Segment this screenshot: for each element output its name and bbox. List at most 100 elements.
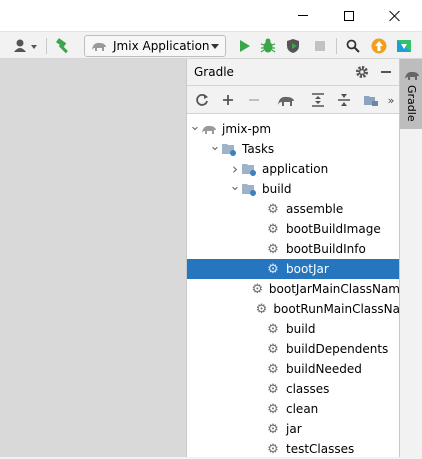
window-title-bar [0, 0, 422, 31]
refresh-icon [196, 94, 208, 106]
tree-item-label: buildDependents [286, 342, 389, 356]
stop-button[interactable] [310, 36, 330, 56]
tree-item-task[interactable]: ⚙ build [187, 319, 400, 339]
gradle-title: Gradle [194, 65, 234, 79]
tree-item-task[interactable]: ⚙ jar [187, 419, 400, 439]
toolbar-separator [336, 38, 337, 54]
tree-item-project[interactable]: ⌄ jmix-pm [187, 119, 400, 139]
add-project-button[interactable] [218, 90, 238, 110]
gradle-elephant-icon [201, 121, 217, 137]
gear-icon: ⚙ [267, 201, 279, 217]
gear-icon: ⚙ [255, 301, 268, 317]
tree-item-task[interactable]: ⚙ assemble [187, 199, 400, 219]
gradle-toolbar: » [187, 86, 400, 114]
tree-item-group-application[interactable]: › application [187, 159, 400, 179]
gear-icon: ⚙ [267, 361, 279, 377]
minimize-button[interactable] [280, 0, 326, 31]
maximize-icon [344, 10, 354, 21]
tree-item-task[interactable]: ⚙ bootJar [187, 259, 400, 279]
gradle-strip-label: Gradle [405, 85, 418, 122]
maximize-button[interactable] [326, 0, 372, 31]
update-button[interactable] [369, 36, 389, 56]
group-modules-button[interactable] [361, 90, 381, 110]
gradle-elephant-icon [405, 71, 419, 80]
user-icon [14, 39, 37, 52]
tree-item-label: bootJarMainClassNam [268, 282, 400, 296]
tree-item-label: testClasses [286, 442, 355, 456]
collapse-all-button[interactable] [334, 90, 354, 110]
close-button[interactable] [372, 0, 418, 31]
tree-item-task[interactable]: ⚙ bootBuildImage [187, 219, 400, 239]
gear-icon [356, 66, 368, 78]
run-button[interactable] [234, 36, 254, 56]
chevron-down-icon[interactable]: ⌄ [209, 139, 221, 154]
hide-button[interactable] [376, 62, 396, 82]
chevron-double-right-icon: » [387, 93, 395, 107]
debug-icon [260, 38, 276, 53]
tree-item-task[interactable]: ⚙ bootBuildInfo [187, 239, 400, 259]
run-configuration-select[interactable]: Jmix Application [84, 35, 226, 57]
expand-all-button[interactable] [308, 90, 328, 110]
close-icon [389, 10, 401, 22]
debug-button[interactable] [258, 36, 278, 56]
tree-item-task[interactable]: ⚙ testClasses [187, 439, 400, 459]
toolbar-separator [46, 38, 47, 54]
chevron-right-icon[interactable]: › [229, 160, 241, 178]
tree-item-task[interactable]: ⚙ buildDependents [187, 339, 400, 359]
update-icon [371, 38, 387, 54]
chevron-down-icon [211, 44, 219, 49]
chevron-down-icon[interactable]: ⌄ [189, 119, 201, 134]
chevron-down-icon[interactable]: ⌄ [229, 179, 241, 194]
gradle-strip-button[interactable]: Gradle [400, 59, 422, 129]
more-actions-button[interactable]: » [381, 90, 401, 110]
tree-item-task[interactable]: ⚙ bootJarMainClassNam [187, 279, 400, 299]
minimize-icon [381, 71, 391, 73]
tree-item-label: classes [286, 382, 330, 396]
gear-icon: ⚙ [267, 381, 279, 397]
main-toolbar: Jmix Application [0, 31, 422, 59]
search-button[interactable] [343, 36, 363, 56]
tree-item-task[interactable]: ⚙ clean [187, 399, 400, 419]
tree-item-label: build [286, 322, 316, 336]
run-icon [240, 40, 250, 52]
coverage-icon [287, 39, 299, 53]
task-folder-icon [241, 161, 257, 177]
remove-project-button[interactable] [244, 90, 264, 110]
execute-task-button[interactable] [276, 90, 296, 110]
tree-item-task[interactable]: ⚙ bootRunMainClassNa [187, 299, 400, 319]
gear-icon: ⚙ [267, 321, 279, 337]
toolbox-button[interactable] [394, 36, 414, 56]
toolbox-icon [397, 40, 411, 52]
stop-icon [315, 41, 325, 51]
settings-button[interactable] [352, 62, 372, 82]
build-button[interactable] [53, 36, 73, 56]
run-with-coverage-button[interactable] [283, 36, 303, 56]
tree-item-task[interactable]: ⚙ classes [187, 379, 400, 399]
reload-button[interactable] [192, 90, 212, 110]
tree-item-group-build[interactable]: ⌄ build [187, 179, 400, 199]
right-tool-strip: Gradle [399, 59, 422, 457]
search-icon [346, 39, 360, 53]
run-configuration-label: Jmix Application [113, 39, 210, 53]
tree-item-label: build [262, 182, 292, 196]
gear-icon: ⚙ [267, 341, 279, 357]
tree-item-label: buildNeeded [286, 362, 362, 376]
tree-item-label: bootJar [286, 262, 329, 276]
tree-item-task[interactable]: ⚙ buildNeeded [187, 359, 400, 379]
gradle-elephant-icon [92, 42, 106, 51]
tree-item-tasks[interactable]: ⌄ Tasks [187, 139, 400, 159]
user-menu-button[interactable] [10, 36, 40, 56]
editor-area [0, 59, 186, 457]
gear-icon: ⚙ [267, 241, 279, 257]
tree-item-label: bootBuildInfo [286, 242, 366, 256]
task-folder-icon [221, 141, 237, 157]
